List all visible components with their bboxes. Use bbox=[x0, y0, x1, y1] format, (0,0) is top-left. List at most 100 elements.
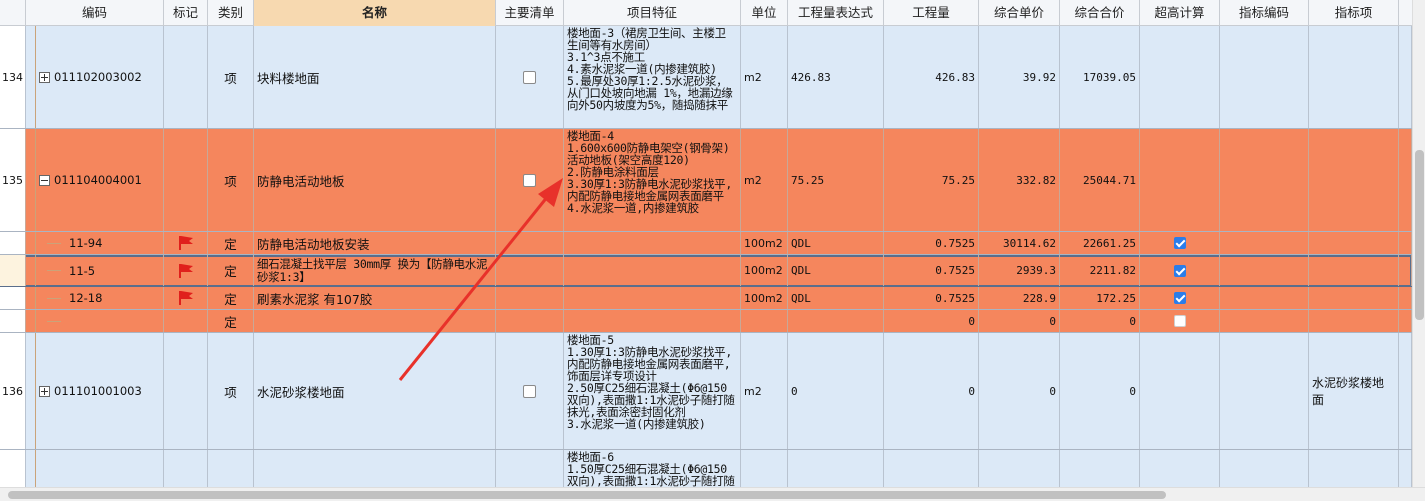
header-mark[interactable]: 标记 bbox=[164, 0, 208, 26]
vertical-scroll-thumb[interactable] bbox=[1415, 150, 1424, 320]
mark-cell[interactable] bbox=[164, 26, 208, 128]
item-features[interactable] bbox=[564, 310, 741, 332]
main-list-checkbox[interactable] bbox=[523, 384, 536, 398]
item-expression[interactable]: 426.83 bbox=[788, 26, 884, 128]
overheight-checkbox[interactable] bbox=[1173, 315, 1186, 327]
item-expression[interactable]: QDL bbox=[788, 232, 884, 254]
main-list-checkbox[interactable] bbox=[523, 173, 536, 187]
item-features[interactable]: 楼地面-3（裙房卫生间、主楼卫生间等有水房间） 3.1^3点不施工 4.素水泥浆… bbox=[564, 26, 741, 128]
mark-cell[interactable] bbox=[164, 450, 208, 487]
item-total-price bbox=[1060, 450, 1140, 487]
collapse-icon[interactable] bbox=[39, 174, 50, 186]
table-row[interactable]: 11-5 定 细石混凝土找平层 30mm厚 换为【防静电水泥砂浆1:3】 100… bbox=[0, 255, 1412, 287]
item-unit-price: 332.82 bbox=[979, 129, 1060, 231]
item-features[interactable] bbox=[564, 287, 741, 309]
item-name[interactable]: 水泥砂浆楼地面 bbox=[254, 333, 496, 449]
index-code[interactable] bbox=[1220, 450, 1309, 487]
item-expression[interactable] bbox=[788, 450, 884, 487]
index-code[interactable] bbox=[1220, 129, 1309, 231]
item-name[interactable]: 刷素水泥浆 有107胶 bbox=[254, 287, 496, 309]
expand-icon[interactable] bbox=[39, 71, 50, 83]
table-row[interactable]: 楼地面-6 1.50厚C25细石混凝土(Φ6@150双向),表面撒1:1水泥砂子… bbox=[0, 450, 1412, 487]
red-flag-icon[interactable] bbox=[177, 291, 195, 305]
table-row[interactable]: 12-18 定 刷素水泥浆 有107胶 100m2 QDL 0.7525 228… bbox=[0, 287, 1412, 310]
index-code[interactable] bbox=[1220, 287, 1309, 309]
table-row[interactable]: 定 0 0 0 bbox=[0, 310, 1412, 333]
index-item[interactable] bbox=[1309, 450, 1399, 487]
item-name[interactable] bbox=[254, 450, 496, 487]
item-expression[interactable]: QDL bbox=[788, 287, 884, 309]
horizontal-scrollbar[interactable] bbox=[0, 487, 1425, 501]
header-name[interactable]: 名称 bbox=[254, 0, 496, 26]
item-features[interactable]: 楼地面-6 1.50厚C25细石混凝土(Φ6@150双向),表面撒1:1水泥砂子… bbox=[564, 450, 741, 487]
table-row[interactable]: 135 011104004001 项 防静电活动地板 楼地面-4 1.600x6… bbox=[0, 129, 1412, 232]
index-item[interactable] bbox=[1309, 255, 1399, 286]
index-code[interactable] bbox=[1220, 333, 1309, 449]
item-unit[interactable]: m2 bbox=[741, 129, 788, 231]
item-features[interactable] bbox=[564, 232, 741, 254]
index-item[interactable] bbox=[1309, 287, 1399, 309]
item-expression[interactable]: QDL bbox=[788, 255, 884, 286]
item-name[interactable] bbox=[254, 310, 496, 332]
horizontal-scroll-thumb[interactable] bbox=[8, 491, 1166, 499]
header-main-list[interactable]: 主要清单 bbox=[496, 0, 564, 26]
index-code[interactable] bbox=[1220, 255, 1309, 286]
bill-grid: 编码 标记 类别 名称 主要清单 项目特征 单位 工程量表达式 工程量 综合单价… bbox=[0, 0, 1412, 487]
header-unit[interactable]: 单位 bbox=[741, 0, 788, 26]
index-item[interactable] bbox=[1309, 310, 1399, 332]
item-unit[interactable]: 100m2 bbox=[741, 255, 788, 286]
item-unit[interactable]: 100m2 bbox=[741, 232, 788, 254]
index-item[interactable] bbox=[1309, 232, 1399, 254]
index-item[interactable] bbox=[1309, 129, 1399, 231]
item-features[interactable]: 楼地面-5 1.30厚1:3防静电水泥砂浆找平,内配防静电接地金属网表面磨平,饰… bbox=[564, 333, 741, 449]
expand-icon[interactable] bbox=[39, 385, 50, 397]
item-unit[interactable]: m2 bbox=[741, 26, 788, 128]
item-features[interactable] bbox=[564, 255, 741, 286]
mark-cell[interactable] bbox=[164, 310, 208, 332]
item-features[interactable]: 楼地面-4 1.600x600防静电架空(钢骨架)活动地板(架空高度120) 2… bbox=[564, 129, 741, 231]
item-name[interactable]: 块料楼地面 bbox=[254, 26, 496, 128]
header-expression[interactable]: 工程量表达式 bbox=[788, 0, 884, 26]
table-row[interactable]: 136 011101001003 项 水泥砂浆楼地面 楼地面-5 1.30厚1:… bbox=[0, 333, 1412, 450]
index-code[interactable] bbox=[1220, 232, 1309, 254]
item-expression[interactable]: 0 bbox=[788, 333, 884, 449]
header-overheight[interactable]: 超高计算 bbox=[1140, 0, 1220, 26]
index-code[interactable] bbox=[1220, 26, 1309, 128]
overheight-checkbox[interactable] bbox=[1173, 292, 1186, 304]
item-unit[interactable] bbox=[741, 310, 788, 332]
row-number: 136 bbox=[0, 333, 26, 449]
overheight-checkbox[interactable] bbox=[1173, 264, 1186, 277]
header-unit-price[interactable]: 综合单价 bbox=[979, 0, 1060, 26]
item-type: 项 bbox=[208, 26, 254, 128]
red-flag-icon[interactable] bbox=[177, 236, 195, 250]
index-item[interactable] bbox=[1309, 26, 1399, 128]
item-unit[interactable]: m2 bbox=[741, 333, 788, 449]
vertical-scrollbar[interactable] bbox=[1412, 0, 1425, 487]
item-type: 项 bbox=[208, 333, 254, 449]
header-code[interactable]: 编码 bbox=[26, 0, 164, 26]
item-name[interactable]: 防静电活动地板 bbox=[254, 129, 496, 231]
header-type[interactable]: 类别 bbox=[208, 0, 254, 26]
main-list-checkbox[interactable] bbox=[523, 70, 536, 84]
index-code[interactable] bbox=[1220, 310, 1309, 332]
header-quantity[interactable]: 工程量 bbox=[884, 0, 979, 26]
header-total-price[interactable]: 综合合价 bbox=[1060, 0, 1140, 26]
item-unit-price: 0 bbox=[979, 333, 1060, 449]
table-row[interactable]: 134 011102003002 项 块料楼地面 楼地面-3（裙房卫生间、主楼卫… bbox=[0, 26, 1412, 129]
item-unit[interactable] bbox=[741, 450, 788, 487]
item-unit[interactable]: 100m2 bbox=[741, 287, 788, 309]
header-index-item[interactable]: 指标项 bbox=[1309, 0, 1399, 26]
table-row[interactable]: 11-94 定 防静电活动地板安装 100m2 QDL 0.7525 30114… bbox=[0, 232, 1412, 255]
item-name[interactable]: 细石混凝土找平层 30mm厚 换为【防静电水泥砂浆1:3】 bbox=[254, 255, 496, 286]
index-item[interactable]: 水泥砂浆楼地面 bbox=[1309, 333, 1399, 449]
item-expression[interactable] bbox=[788, 310, 884, 332]
mark-cell[interactable] bbox=[164, 129, 208, 231]
mark-cell[interactable] bbox=[164, 333, 208, 449]
item-name[interactable]: 防静电活动地板安装 bbox=[254, 232, 496, 254]
item-expression[interactable]: 75.25 bbox=[788, 129, 884, 231]
overheight-checkbox[interactable] bbox=[1173, 237, 1186, 249]
header-features[interactable]: 项目特征 bbox=[564, 0, 741, 26]
red-flag-icon[interactable] bbox=[177, 263, 195, 278]
header-index-code[interactable]: 指标编码 bbox=[1220, 0, 1309, 26]
overheight-cell bbox=[1140, 26, 1220, 128]
